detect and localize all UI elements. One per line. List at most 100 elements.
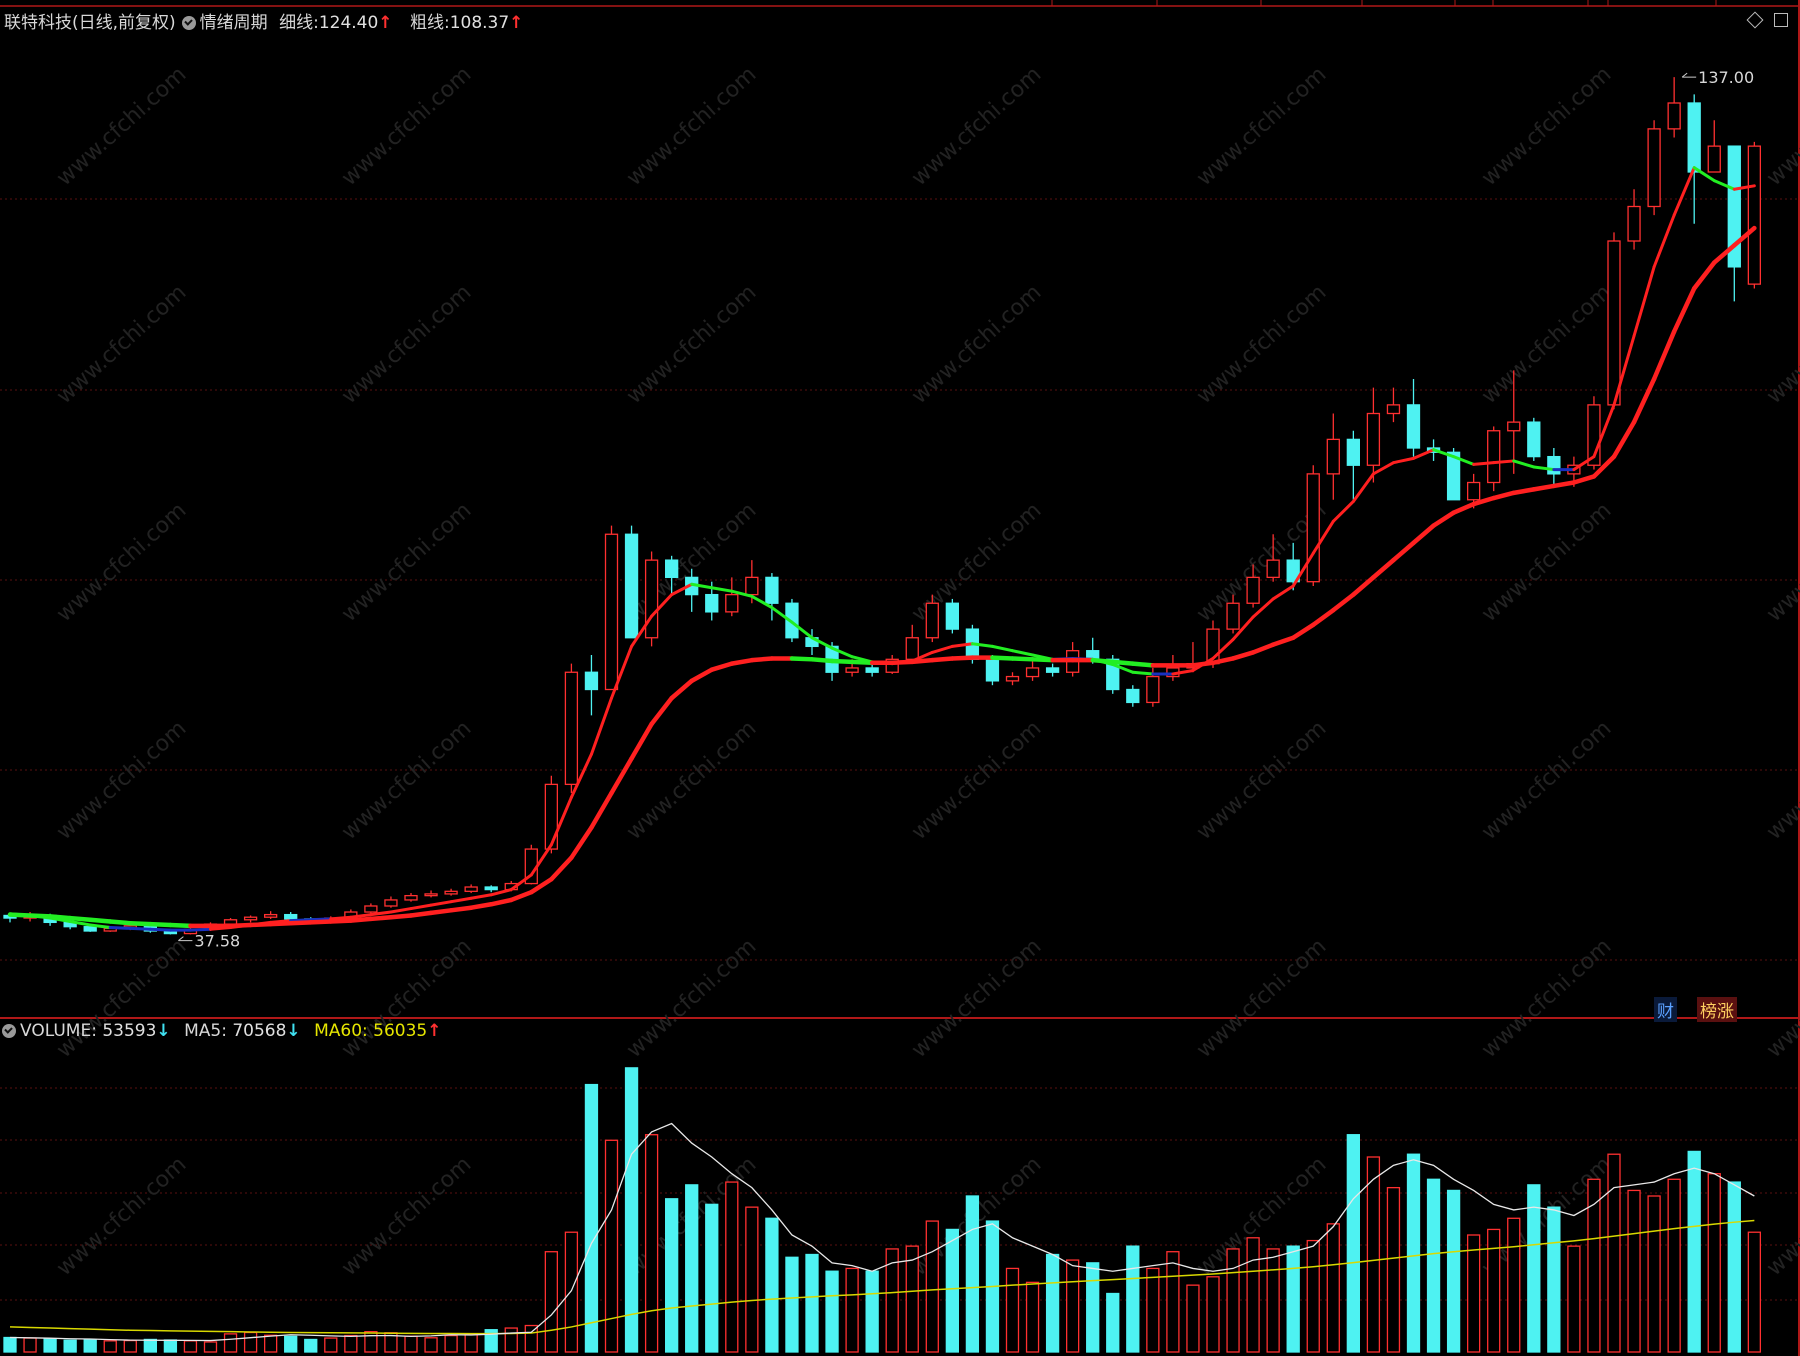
thin-line-segment: [128, 926, 152, 931]
volume-bar-down: [685, 1184, 699, 1353]
candle-body-up: [1266, 559, 1280, 579]
volume-bar-up: [1587, 1178, 1601, 1353]
volume-bar-up: [1186, 1284, 1200, 1353]
candle-body-down: [584, 671, 599, 691]
candle-body-up: [384, 899, 398, 907]
thick-line-value: 108.37: [449, 13, 510, 33]
thick-line-segment: [829, 658, 855, 665]
candle-body-up: [1487, 430, 1501, 484]
volume-down-arrow-icon: ↓: [156, 1021, 171, 1041]
volume-bar-up: [1246, 1237, 1260, 1353]
candle-body-down: [83, 926, 97, 932]
volume-value: 53593: [102, 1021, 157, 1041]
ranking-button[interactable]: 榜涨: [1697, 997, 1737, 1022]
volume-bar-down: [43, 1338, 57, 1353]
candle-body-up: [1627, 205, 1641, 242]
candle-body-down: [624, 533, 639, 639]
volume-bar-up: [1747, 1231, 1761, 1353]
candle-body-up: [1005, 675, 1020, 682]
indicator-toggle-icon[interactable]: [181, 16, 196, 30]
volume-bar-down: [665, 1198, 679, 1353]
indicator-name: 情绪周期: [199, 13, 268, 33]
volume-bar-down: [63, 1339, 77, 1353]
volume-bar-up: [464, 1333, 478, 1353]
volume-toggle-icon[interactable]: [2, 1024, 16, 1038]
volume-bar-up: [424, 1337, 438, 1353]
candle-body-down: [1687, 102, 1701, 173]
volume-bar-up: [344, 1334, 358, 1353]
volume-bar-up: [183, 1340, 198, 1353]
candle-body-up: [725, 593, 739, 613]
candle-body-down: [985, 658, 1000, 682]
candle: [1607, 232, 1621, 410]
thick-line-segment: [328, 918, 354, 924]
candle-body-up: [1326, 438, 1340, 475]
thin-line-segment: [148, 927, 172, 932]
volume-bar-down: [1286, 1245, 1300, 1353]
thick-line-segment: [789, 656, 815, 662]
volume-bar-up: [123, 1339, 137, 1353]
thick-line-segment: [990, 655, 1015, 661]
candle-body-down: [705, 593, 719, 613]
candle-body-up: [364, 905, 378, 913]
candle-body-down: [1045, 667, 1060, 673]
volume-bar-up: [404, 1335, 418, 1353]
volume-bar-up: [23, 1337, 37, 1353]
volume-bar-up: [1226, 1248, 1240, 1353]
volume-bar-down: [765, 1217, 779, 1353]
volume-bar-down: [304, 1338, 318, 1353]
finance-button[interactable]: 财: [1654, 997, 1677, 1022]
candle-body-up: [1025, 667, 1040, 678]
volume-bar-up: [1266, 1248, 1280, 1353]
candle-body-up: [404, 894, 418, 901]
candle-body-up: [1386, 404, 1401, 415]
volume-bar-up: [1627, 1189, 1641, 1353]
volume-bar-up: [1066, 1259, 1080, 1353]
volume-bar-down: [1045, 1253, 1060, 1353]
candle-body-down: [1346, 438, 1360, 466]
candle-body-up: [424, 893, 438, 897]
thin-line-segment: [1131, 670, 1155, 676]
volume-bar-down: [284, 1335, 298, 1353]
candle: [1527, 417, 1541, 461]
volume-bar-up: [925, 1220, 939, 1353]
thick-line-segment: [67, 915, 93, 923]
volume-bar-up: [444, 1334, 458, 1353]
candle: [1306, 465, 1320, 586]
candle-body-up: [1647, 128, 1661, 208]
candle-body-up: [1707, 145, 1721, 173]
volume-bar-down: [785, 1256, 799, 1353]
candle-body-up: [1246, 576, 1260, 604]
volume-bar-up: [223, 1333, 238, 1353]
volume-bar-up: [644, 1134, 659, 1353]
volume-bar-up: [725, 1181, 739, 1353]
thick-line-segment: [47, 914, 73, 921]
candle-body-up: [1146, 675, 1160, 704]
candle-body-up: [464, 886, 478, 892]
volume-bar-down: [1547, 1206, 1561, 1353]
thick-line-segment: [168, 922, 193, 929]
volume-bar-down: [143, 1338, 158, 1353]
volume-bar-down: [1086, 1262, 1100, 1353]
thick-line-segment: [288, 920, 313, 926]
ma5-value: 70568: [232, 1021, 287, 1041]
candle: [945, 598, 959, 634]
volume-bar-up: [745, 1206, 759, 1353]
candle-body-down: [484, 886, 498, 891]
candle-body-up: [905, 637, 919, 660]
volume-bar-up: [905, 1245, 919, 1353]
thick-line-segment: [27, 913, 53, 919]
thin-line-up-arrow-icon: ↑: [378, 13, 393, 33]
stock-title: 联特科技(日线,前复权): [4, 13, 176, 33]
candle-body-up: [925, 602, 939, 639]
volume-bar-down: [705, 1203, 719, 1353]
volume-bar-up: [504, 1327, 518, 1353]
maximize-icon[interactable]: [1774, 13, 1788, 27]
price-header: 联特科技(日线,前复权) 情绪周期 细线:124.40↑ 粗线:108.37↑: [4, 8, 523, 33]
volume-bar-down: [1446, 1189, 1461, 1353]
candle-body-down: [765, 576, 779, 604]
watermark-pattern: [0, 0, 1800, 1356]
candle: [564, 663, 579, 793]
volume-bar-down: [825, 1270, 839, 1353]
candle: [1647, 120, 1661, 216]
